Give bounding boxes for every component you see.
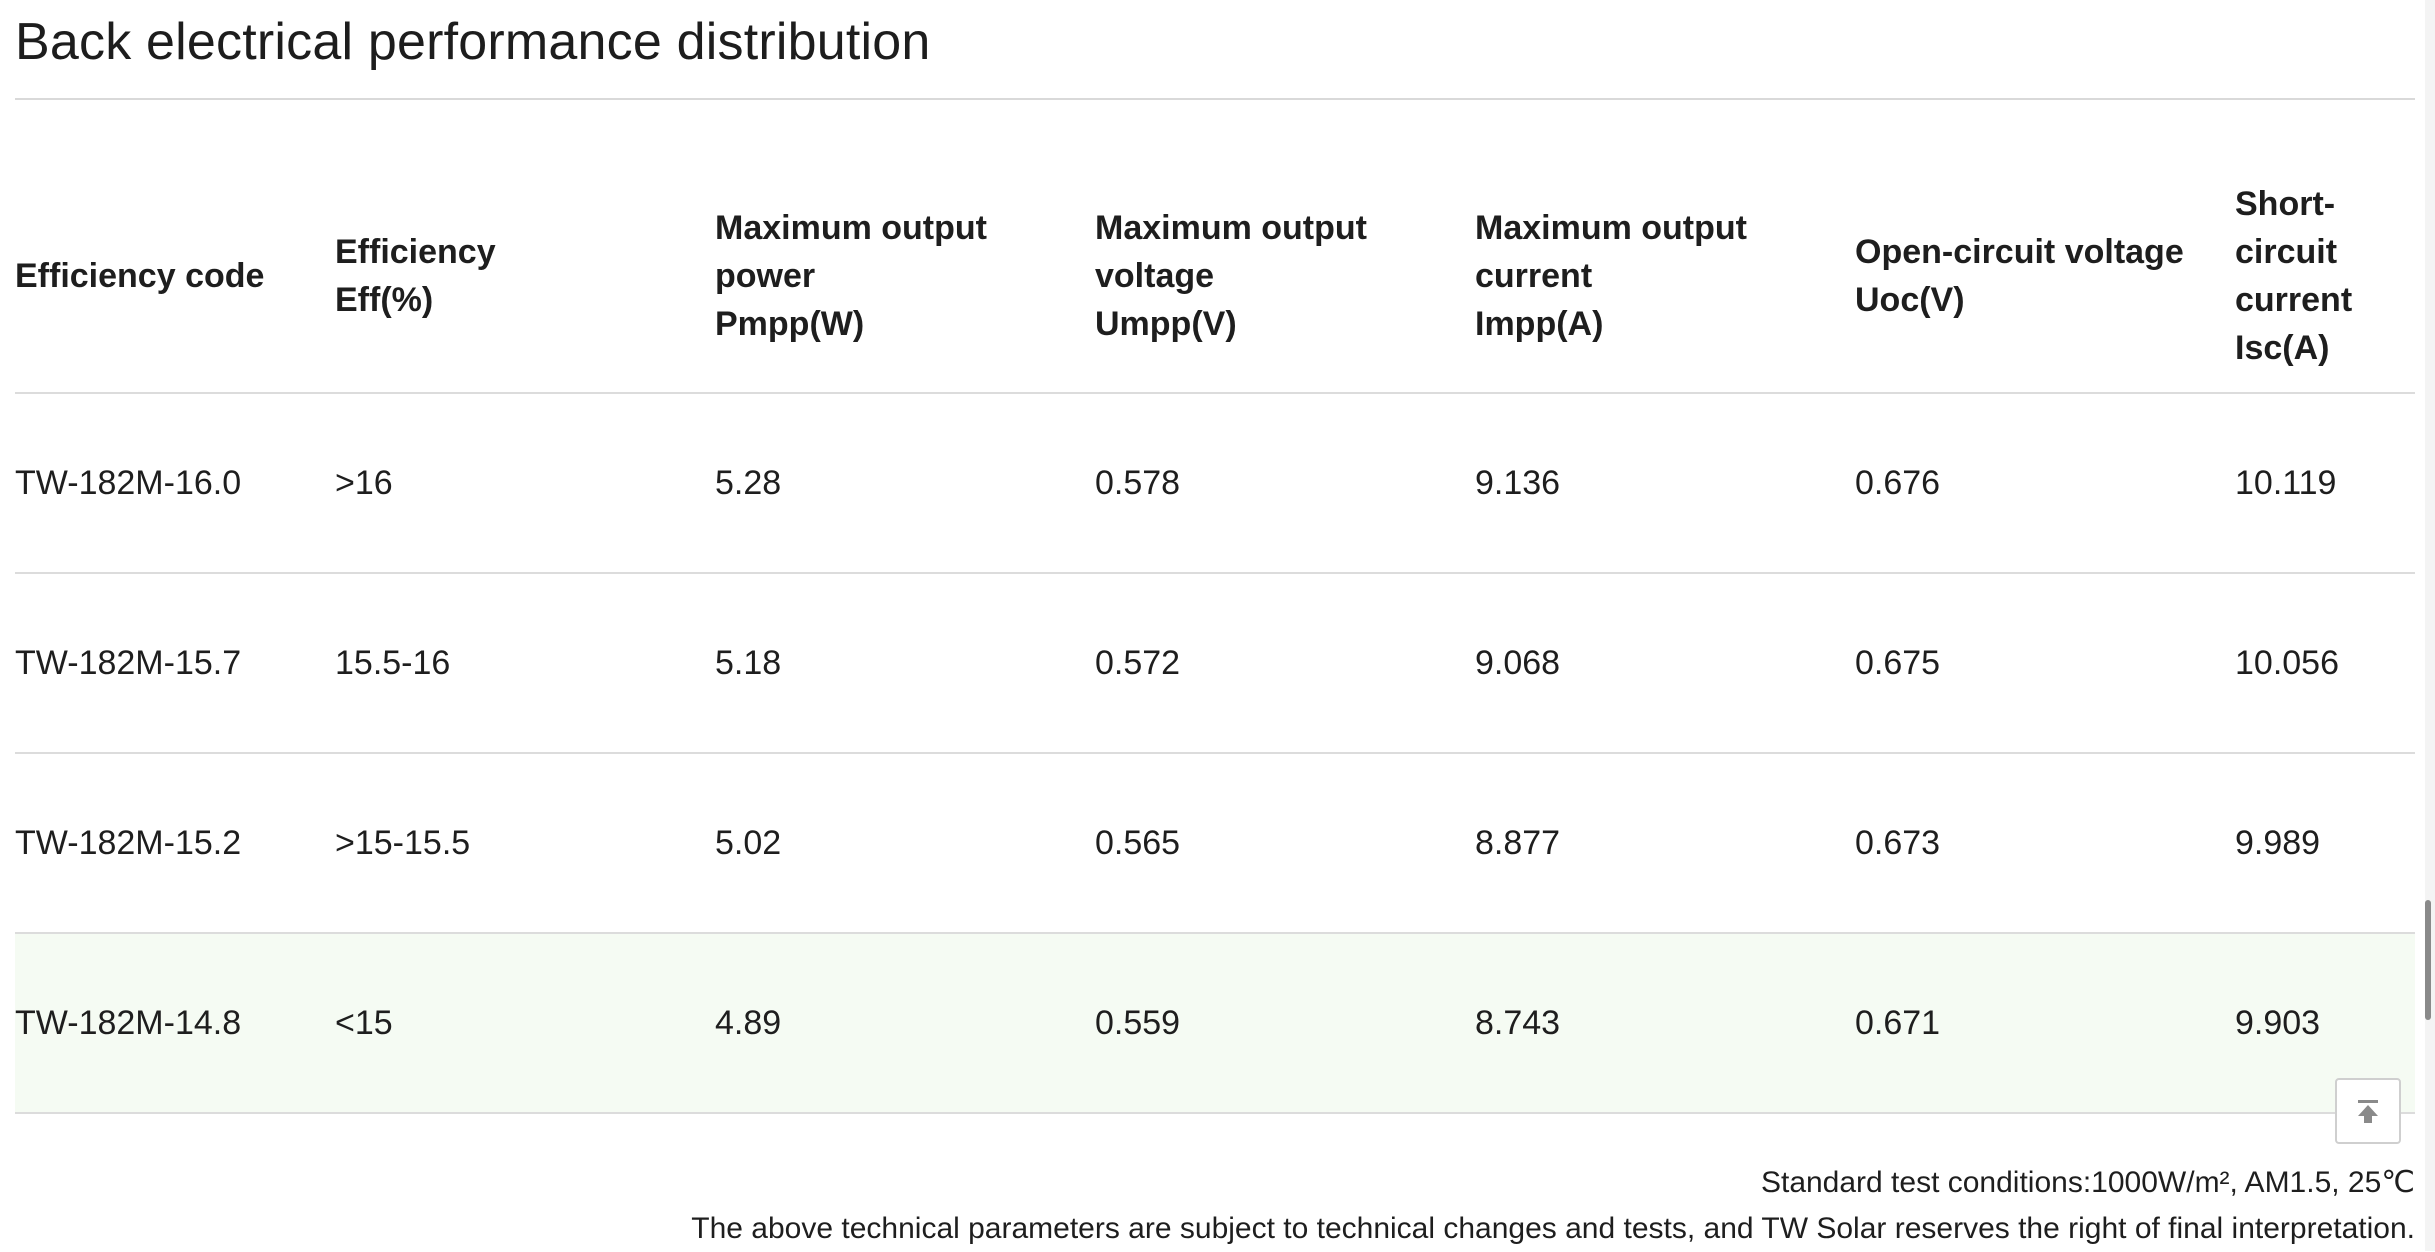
table-row: TW-182M-16.0 >16 5.28 0.578 9.136 0.676 … xyxy=(15,393,2415,574)
header-label: Open-circuit voltage Uoc(V) xyxy=(1855,233,2184,319)
header-efficiency: Efficiency Eff(%) xyxy=(335,160,715,394)
cell-open-circuit-voltage: 0.673 xyxy=(1855,753,2235,934)
header-label: Maximum output current Impp(A) xyxy=(1475,209,1747,343)
cell-max-power: 5.18 xyxy=(715,573,1095,754)
header-label: Efficiency Eff(%) xyxy=(335,233,496,319)
performance-table: Efficiency code Efficiency Eff(%) Maximu… xyxy=(15,160,2415,1114)
cell-efficiency-code: TW-182M-15.2 xyxy=(15,753,335,934)
cell-max-voltage: 0.565 xyxy=(1095,753,1475,934)
cell-efficiency: >15-15.5 xyxy=(335,753,715,934)
table-row: TW-182M-15.2 >15-15.5 5.02 0.565 8.877 0… xyxy=(15,753,2415,934)
cell-max-voltage: 0.559 xyxy=(1095,933,1475,1114)
cell-open-circuit-voltage: 0.676 xyxy=(1855,393,2235,574)
cell-efficiency: >16 xyxy=(335,393,715,574)
cell-max-power: 4.89 xyxy=(715,933,1095,1114)
header-label: Short- circuit current Isc(A) xyxy=(2235,185,2353,367)
header-label: Maximum output voltage Umpp(V) xyxy=(1095,209,1367,343)
cell-max-voltage: 0.572 xyxy=(1095,573,1475,754)
cell-max-power: 5.02 xyxy=(715,753,1095,934)
scrollbar-thumb[interactable] xyxy=(2425,900,2431,1020)
footnotes: Standard test conditions:1000W/m², AM1.5… xyxy=(691,1160,2415,1252)
page-title: Back electrical performance distribution xyxy=(15,13,931,71)
cell-max-current: 8.877 xyxy=(1475,753,1855,934)
header-efficiency-code: Efficiency code xyxy=(15,160,335,394)
table-header-row: Efficiency code Efficiency Eff(%) Maximu… xyxy=(15,160,2415,394)
cell-max-current: 9.136 xyxy=(1475,393,1855,574)
title-divider xyxy=(15,98,2415,100)
back-to-top-button[interactable] xyxy=(2335,1078,2401,1144)
test-conditions-note: Standard test conditions:1000W/m², AM1.5… xyxy=(1760,1166,2415,1199)
table-row: TW-182M-14.8 <15 4.89 0.559 8.743 0.671 … xyxy=(15,933,2415,1114)
cell-short-circuit-current: 10.056 xyxy=(2235,573,2415,754)
cell-max-voltage: 0.578 xyxy=(1095,393,1475,574)
cell-max-current: 8.743 xyxy=(1475,933,1855,1114)
disclaimer-note: The above technical parameters are subje… xyxy=(691,1212,2415,1245)
cell-max-current: 9.068 xyxy=(1475,573,1855,754)
header-open-circuit-voltage: Open-circuit voltage Uoc(V) xyxy=(1855,160,2235,394)
cell-efficiency-code: TW-182M-15.7 xyxy=(15,573,335,754)
cell-short-circuit-current: 10.119 xyxy=(2235,393,2415,574)
header-max-power: Maximum output power Pmpp(W) xyxy=(715,160,1095,394)
arrow-up-to-line-icon xyxy=(2358,1100,2378,1123)
page: Back electrical performance distribution… xyxy=(15,0,2415,1251)
cell-efficiency-code: TW-182M-14.8 xyxy=(15,933,335,1114)
header-label: Efficiency code xyxy=(15,257,265,295)
header-short-circuit-current: Short- circuit current Isc(A) xyxy=(2235,160,2415,394)
header-max-voltage: Maximum output voltage Umpp(V) xyxy=(1095,160,1475,394)
cell-efficiency: <15 xyxy=(335,933,715,1114)
cell-open-circuit-voltage: 0.671 xyxy=(1855,933,2235,1114)
cell-short-circuit-current: 9.989 xyxy=(2235,753,2415,934)
header-label: Maximum output power Pmpp(W) xyxy=(715,209,987,343)
cell-efficiency: 15.5-16 xyxy=(335,573,715,754)
vertical-scrollbar[interactable] xyxy=(2425,0,2435,1251)
header-max-current: Maximum output current Impp(A) xyxy=(1475,160,1855,394)
cell-max-power: 5.28 xyxy=(715,393,1095,574)
cell-efficiency-code: TW-182M-16.0 xyxy=(15,393,335,574)
table-row: TW-182M-15.7 15.5-16 5.18 0.572 9.068 0.… xyxy=(15,573,2415,754)
cell-open-circuit-voltage: 0.675 xyxy=(1855,573,2235,754)
